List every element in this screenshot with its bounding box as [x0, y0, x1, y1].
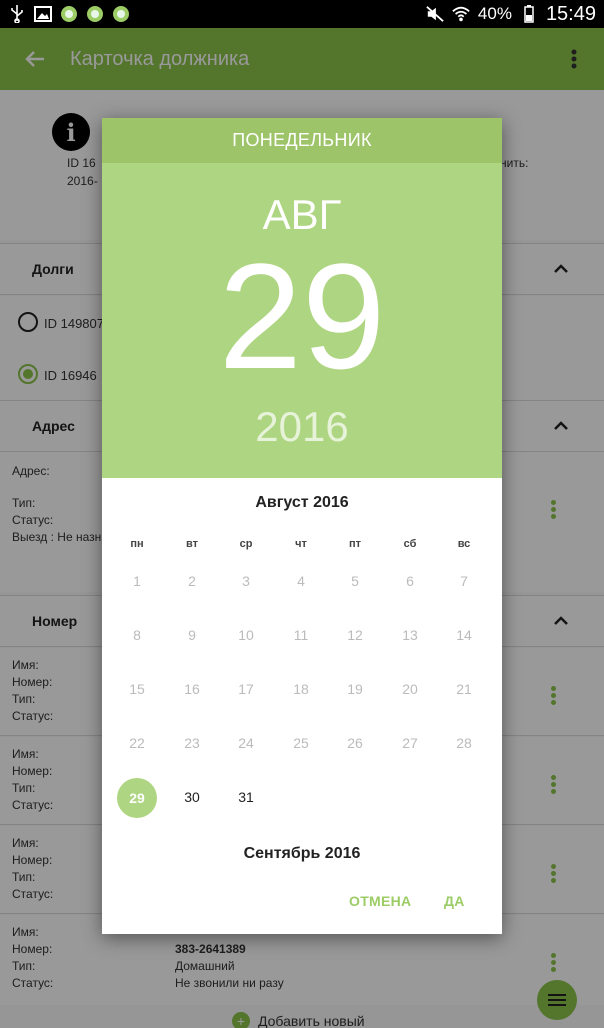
status-bar: 40% 15:49: [0, 0, 604, 28]
weekday-header: вс: [457, 538, 471, 550]
calendar-day[interactable]: 31: [226, 777, 266, 817]
cancel-button[interactable]: ОТМЕНА: [349, 893, 411, 909]
calendar-day: 21: [456, 681, 472, 697]
app-notification-icon: [60, 5, 78, 23]
app-notification-icon: [86, 5, 104, 23]
calendar-day: 8: [133, 627, 141, 643]
calendar-day: 17: [238, 681, 254, 697]
app-screen: 40% 15:49 Карточка должника i ID 16 нить…: [0, 0, 604, 1028]
selected-year[interactable]: 2016: [102, 403, 502, 451]
date-header: АВГ 29 2016: [102, 163, 502, 478]
ok-button[interactable]: ДА: [444, 893, 465, 909]
mute-icon: [426, 5, 444, 23]
weekday-header: пт: [348, 538, 362, 550]
calendar-day: 27: [402, 735, 418, 751]
calendar-day: 13: [402, 627, 418, 643]
image-notification-icon: [34, 5, 52, 23]
calendar-day: 10: [238, 627, 254, 643]
calendar-day: 6: [406, 573, 414, 589]
calendar-day: 26: [347, 735, 363, 751]
calendar-day: 22: [129, 735, 145, 751]
app-notification-icon: [112, 5, 130, 23]
weekday-header: вт: [185, 538, 198, 550]
calendar-day: 25: [293, 735, 309, 751]
battery-icon: [520, 5, 538, 23]
weekday-header: чт: [295, 538, 307, 550]
calendar-day: 20: [402, 681, 418, 697]
calendar-day: 2: [188, 573, 196, 589]
calendar-day: 18: [293, 681, 309, 697]
calendar-day: 5: [351, 573, 359, 589]
calendar-day: 23: [184, 735, 200, 751]
calendar-month-title: Август 2016: [255, 494, 349, 511]
date-picker-dialog: ПОНЕДЕЛЬНИК АВГ 29 2016 Август 2016 пн в…: [102, 118, 502, 934]
calendar-day-selected[interactable]: 29: [117, 778, 157, 818]
calendar-day: 16: [184, 681, 200, 697]
calendar-day: 24: [238, 735, 254, 751]
weekday-header: пн: [130, 538, 144, 550]
usb-icon: [8, 5, 26, 23]
calendar-day: 12: [347, 627, 363, 643]
calendar-day: 3: [242, 573, 250, 589]
next-month-title: Сентябрь 2016: [243, 845, 361, 862]
calendar-day: 28: [456, 735, 472, 751]
calendar-day: 9: [188, 627, 196, 643]
wifi-icon: [452, 5, 470, 23]
calendar-day: 14: [456, 627, 472, 643]
calendar-day: 19: [347, 681, 363, 697]
calendar-day[interactable]: 30: [172, 777, 212, 817]
calendar-day: 15: [129, 681, 145, 697]
clock: 15:49: [545, 2, 596, 25]
calendar-day: 1: [133, 573, 141, 589]
calendar-day: 7: [460, 573, 468, 589]
selected-weekday: ПОНЕДЕЛЬНИК: [102, 118, 502, 163]
battery-percent: 40%: [477, 4, 512, 23]
selected-day[interactable]: 29: [102, 241, 502, 391]
weekday-header: ср: [239, 538, 253, 550]
calendar-day: 4: [297, 573, 305, 589]
weekday-header: сб: [403, 538, 417, 550]
calendar-day: 11: [293, 627, 309, 643]
